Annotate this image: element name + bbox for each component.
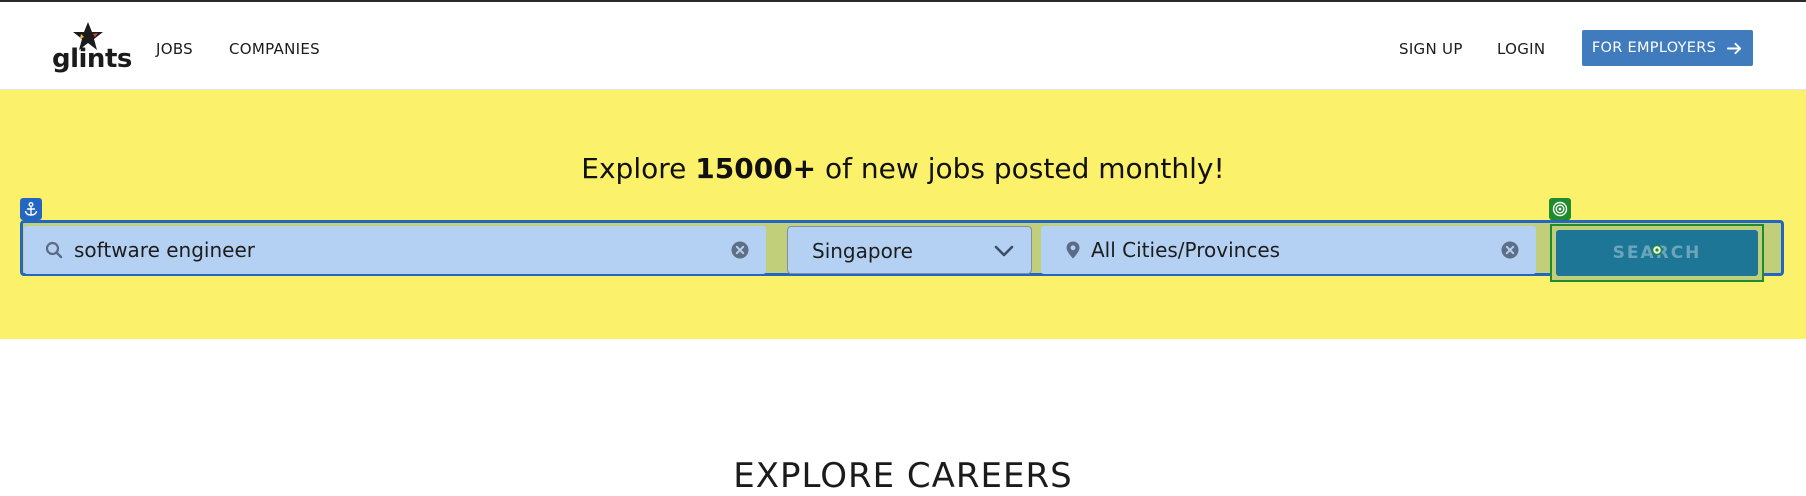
hero-title-suffix: of new jobs posted monthly! <box>816 152 1225 185</box>
nav-companies[interactable]: COMPANIES <box>229 40 320 58</box>
for-employers-button[interactable]: FOR EMPLOYERS <box>1582 30 1753 66</box>
chevron-down-icon <box>994 245 1014 257</box>
arrow-right-icon <box>1727 42 1742 54</box>
target-icon <box>1549 198 1571 220</box>
keyword-search-input[interactable]: software engineer <box>24 226 766 274</box>
cursor-target-icon <box>1651 244 1663 256</box>
location-pin-icon <box>1066 241 1080 259</box>
nav-sign-up[interactable]: SIGN UP <box>1399 40 1463 58</box>
keyword-value: software engineer <box>74 238 255 262</box>
for-employers-label: FOR EMPLOYERS <box>1591 40 1717 56</box>
logo-text: glints <box>52 44 132 74</box>
hero-banner: Explore 15000+ of new jobs posted monthl… <box>0 90 1806 339</box>
nav-login[interactable]: LOGIN <box>1497 40 1545 58</box>
city-search-input[interactable]: All Cities/Provinces <box>1041 226 1536 274</box>
close-circle-icon[interactable] <box>730 240 750 260</box>
anchor-icon <box>20 198 42 220</box>
hero-title-prefix: Explore <box>581 152 696 185</box>
hero-title: Explore 15000+ of new jobs posted monthl… <box>0 152 1806 185</box>
glints-logo[interactable]: glints <box>50 20 132 76</box>
country-value: Singapore <box>812 239 913 263</box>
site-header: glints JOBS COMPANIES SIGN UP LOGIN FOR … <box>0 2 1806 90</box>
hero-title-highlight: 15000+ <box>695 152 817 185</box>
country-select[interactable]: Singapore <box>787 226 1032 274</box>
close-circle-icon[interactable] <box>1500 240 1520 260</box>
nav-jobs[interactable]: JOBS <box>156 40 193 58</box>
search-icon <box>45 241 63 259</box>
city-value: All Cities/Provinces <box>1091 238 1281 262</box>
explore-careers-heading: EXPLORE CAREERS <box>733 456 1073 496</box>
